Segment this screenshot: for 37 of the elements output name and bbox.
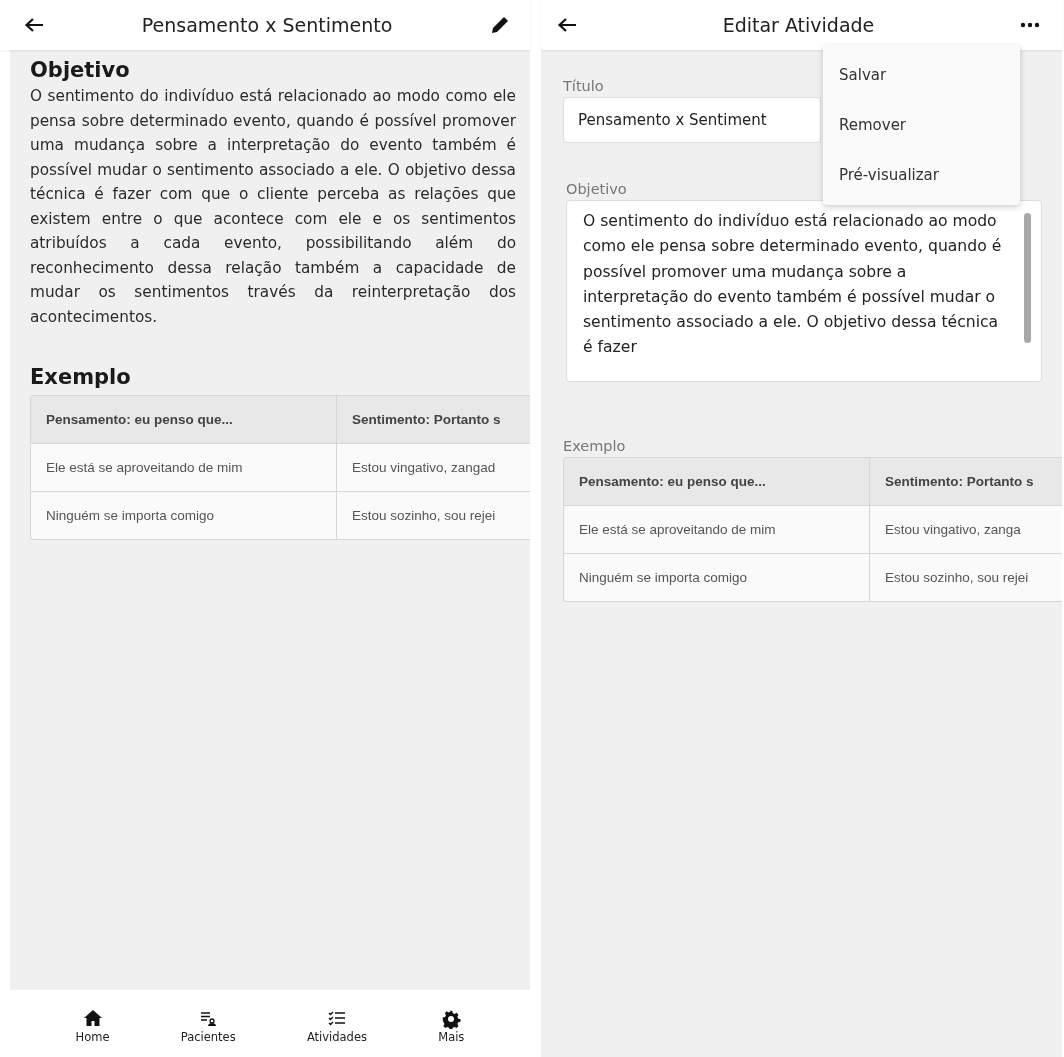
table-cell: Estou vingativo, zangad [337,444,530,492]
objective-paragraph: O sentimento do indivíduo está relacionado ao modo como ele pensa sobre determinado evento, quando é possível promover uma mudança sobre a interpretação do evento também é possível mudar o sentimento associado a ele. O objetivo dessa técnica é fazer com que o cliente perceba as relações que existem entre o que acontece com ele e os sentimentos atribuídos a cada evento, possibilitando além do reconhecimento dessa relação também a capacidade de mudar os sentimentos través da reinterpretação dos acontecimentos. [30,86,516,328]
table-cell: Estou vingativo, zanga [870,506,1062,554]
section-heading: Objetivo [30,58,131,82]
table-cell-text: Estou sozinho, sou rejei [884,569,1030,587]
menu-item[interactable]: Pré-visualizar [823,150,1020,200]
screen-title: Editar Atividade [721,14,876,36]
edit-icon[interactable] [490,15,510,35]
column-header: Sentimento: Portanto s [337,396,530,444]
nav-tab[interactable]: Pacientes [180,996,236,1057]
section-heading: Exemplo [30,365,132,389]
more-icon[interactable] [1020,22,1040,28]
back-arrow-icon[interactable] [24,17,44,33]
patient-list-icon [198,1009,219,1029]
table-cell-text: Estou sozinho, sou rejei [351,507,497,525]
column-header: Pensamento: eu penso que... [31,396,337,444]
menu-item[interactable]: Salvar [823,50,1020,100]
scrollbar-thumb[interactable] [1024,213,1031,343]
table-cell: Ele está se aproveitando de mim [564,506,870,554]
column-header: Pensamento: eu penso que... [564,458,870,506]
nav-tab[interactable]: Home [75,996,110,1057]
objective-text-area[interactable]: O sentimento do indivíduo está relacionado ao modo como ele pensa sobre determinado evento, quando é possível promover uma mudança sobre a interpretação do evento também é possível mudar o sentimento associado a ele. O objetivo dessa técnica é fazer [566,200,1042,382]
title-input-field[interactable]: Pensamento x Sentiment [563,97,821,143]
back-arrow-icon[interactable] [557,17,577,33]
nav-tab[interactable]: Mais [438,996,465,1057]
field-label: Objetivo [566,181,628,197]
screen-title: Pensamento x Sentimento [140,14,394,36]
menu-item[interactable]: Remover [823,100,1020,150]
field-label: Exemplo [563,438,627,454]
table-cell: Ninguém se importa comigo [564,554,870,601]
settings-icon [441,1009,462,1029]
table-cell: Ninguém se importa comigo [31,492,337,539]
home-icon [82,1009,103,1029]
field-label: Título [563,78,605,94]
nav-tab[interactable]: Atividades [306,996,367,1057]
table-cell: Ele está se aproveitando de mim [31,444,337,492]
column-header: Sentimento: Portanto s [870,458,1062,506]
